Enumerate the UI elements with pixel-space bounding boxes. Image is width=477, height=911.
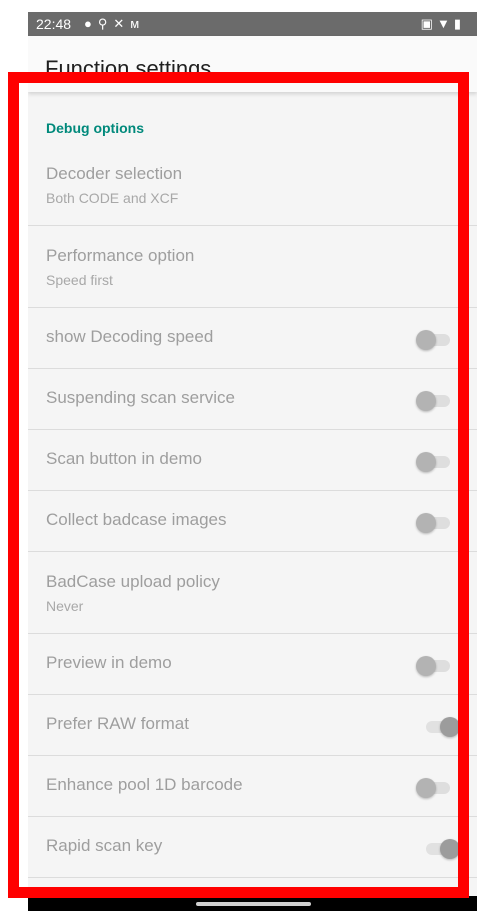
- status-system-icons: ▣▼▮: [421, 16, 465, 32]
- wifi-icon: ▼: [436, 16, 454, 31]
- tools-icon: ✕: [113, 16, 131, 31]
- status-time: 22:48: [36, 16, 72, 32]
- home-gesture-handle[interactable]: [196, 902, 311, 906]
- check-circle-icon: ●: [84, 16, 98, 31]
- m-logo-icon: ᴍ: [130, 16, 146, 31]
- status-notification-icons: ●⚲✕ᴍ: [84, 16, 145, 32]
- status-bar: 22:48 ●⚲✕ᴍ ▣▼▮: [28, 12, 477, 36]
- highlight-box: [8, 72, 469, 898]
- navigation-bar: [28, 896, 477, 911]
- cast-icon: ▣: [420, 16, 437, 31]
- battery-icon: ▮: [453, 16, 465, 31]
- location-pin-icon: ⚲: [97, 16, 114, 31]
